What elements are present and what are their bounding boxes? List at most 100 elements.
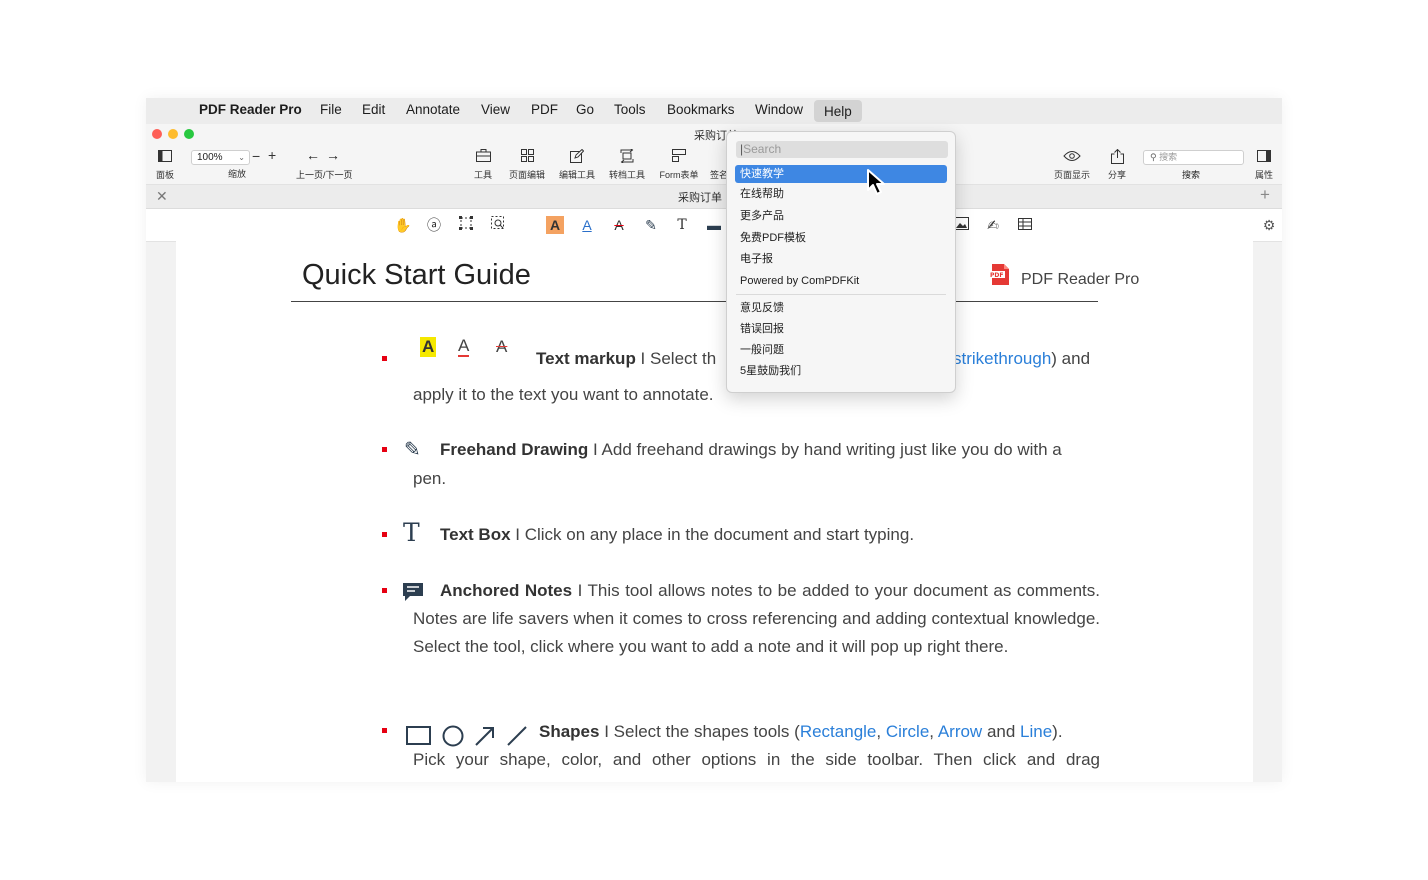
- convert-button[interactable]: 转档工具: [609, 147, 645, 181]
- panel-button[interactable]: 面板: [154, 149, 176, 181]
- freehand-title: Freehand Drawing: [440, 440, 589, 459]
- search-label: 搜索: [1182, 170, 1201, 180]
- underline-sample-icon: A: [458, 336, 470, 357]
- app-menu[interactable]: PDF Reader Pro: [199, 102, 302, 117]
- circle-link[interactable]: Circle: [886, 722, 929, 741]
- properties-button[interactable]: 属性: [1254, 149, 1274, 181]
- search-input[interactable]: ⚲ 搜索: [1143, 150, 1244, 165]
- menu-item-free-templates[interactable]: 免费PDF模板: [735, 229, 947, 247]
- page-title: Quick Start Guide: [302, 259, 531, 291]
- textbox-icon[interactable]: T: [673, 216, 691, 234]
- menu-item-rate-us[interactable]: 5星鼓励我们: [735, 362, 947, 380]
- edit-icon: [559, 148, 595, 166]
- menu-bookmarks[interactable]: Bookmarks: [667, 102, 735, 117]
- menu-help[interactable]: Help: [814, 100, 862, 122]
- pdf-logo-text: PDF: [990, 272, 1003, 279]
- notes-title: Anchored Notes: [440, 581, 573, 600]
- menu-pdf[interactable]: PDF: [531, 102, 558, 117]
- tab-bar: ✕ 采购订单 +: [146, 185, 1282, 209]
- gear-icon[interactable]: ⚙: [1260, 216, 1278, 234]
- pencil-icon: ✎: [404, 439, 421, 461]
- zoom-area-icon[interactable]: [489, 216, 507, 234]
- menu-file[interactable]: File: [320, 102, 342, 117]
- menu-item-powered-by[interactable]: Powered by ComPDFKit: [735, 272, 947, 290]
- text-select-icon[interactable]: ⓐ: [425, 216, 443, 234]
- shapes-comma: ,: [876, 722, 886, 741]
- share-button[interactable]: 分享: [1107, 148, 1127, 181]
- panel-label: 面板: [155, 170, 174, 180]
- edit-tools-label: 编辑工具: [559, 170, 596, 180]
- share-label: 分享: [1107, 170, 1126, 180]
- bullet: [382, 588, 387, 593]
- markup-line1-end: strikethrough) and: [953, 345, 1090, 373]
- menu-item-feedback[interactable]: 意见反馈: [735, 299, 947, 317]
- chevron-down-icon: ⌄: [238, 153, 245, 162]
- line-link[interactable]: Line: [1020, 722, 1052, 741]
- zoom-window-button[interactable]: [184, 129, 194, 139]
- menu-item-quick-tutorial[interactable]: 快速教学: [735, 165, 947, 183]
- zoom-in-icon[interactable]: +: [268, 147, 276, 163]
- textbox-text: I Click on any place in the document and…: [510, 525, 915, 544]
- table-icon[interactable]: [1016, 216, 1034, 234]
- search-placeholder: 搜索: [1159, 152, 1178, 162]
- strikethrough-sample-icon: A: [496, 337, 508, 356]
- page-display-label: 页面显示: [1053, 170, 1090, 180]
- add-tab-icon[interactable]: +: [1260, 185, 1270, 205]
- menu-item-online-help[interactable]: 在线帮助: [735, 185, 947, 203]
- toolbox-icon: [473, 149, 493, 166]
- zoom-label: 缩放: [227, 169, 246, 179]
- close-tab-icon[interactable]: ✕: [156, 188, 168, 205]
- zoom-select[interactable]: 100% ⌄: [191, 150, 250, 165]
- shapes-line1: Shapes I Select the shapes tools (Rectan…: [539, 718, 1063, 746]
- area-select-icon[interactable]: [457, 216, 475, 234]
- app-window: PDF Reader Pro File Edit Annotate View P…: [146, 98, 1282, 782]
- arrow-link[interactable]: Arrow: [938, 722, 982, 741]
- help-menu: |Search 快速教学 在线帮助 更多产品 免费PDF模板 电子报 Power…: [726, 131, 956, 393]
- menu-item-newsletter[interactable]: 电子报: [735, 250, 947, 268]
- menu-go[interactable]: Go: [576, 102, 594, 117]
- menu-tools[interactable]: Tools: [614, 102, 646, 117]
- strikethrough-link[interactable]: strikethrough: [953, 349, 1051, 368]
- help-search-input[interactable]: |Search: [736, 141, 948, 158]
- shapes-and: and: [982, 722, 1021, 741]
- edit-tools-button[interactable]: 编辑工具: [559, 148, 596, 181]
- page-display-button[interactable]: 页面显示: [1052, 149, 1092, 181]
- note-icon[interactable]: ▬: [705, 216, 723, 234]
- freehand-icon[interactable]: ✎: [642, 216, 660, 234]
- signature-icon[interactable]: ✍: [984, 216, 1002, 234]
- page-edit-button[interactable]: 页面编辑: [509, 149, 545, 181]
- menu-annotate[interactable]: Annotate: [406, 102, 460, 117]
- tab-title[interactable]: 采购订单: [678, 189, 722, 205]
- zoom-label-wrap: 缩放: [226, 167, 248, 180]
- tools-label: 工具: [473, 170, 492, 180]
- menu-separator: [736, 294, 946, 295]
- rectangle-link[interactable]: Rectangle: [800, 722, 877, 741]
- bullet: [382, 447, 387, 452]
- title-bar: 采购订单: [146, 124, 1282, 144]
- arrow-right-icon[interactable]: →: [326, 147, 340, 163]
- tools-button[interactable]: 工具: [473, 149, 493, 181]
- highlight-icon[interactable]: A: [546, 216, 564, 234]
- strikethrough-icon[interactable]: A: [610, 216, 628, 234]
- shapes-comma: ,: [929, 722, 938, 741]
- menu-item-more-products[interactable]: 更多产品: [735, 207, 947, 225]
- menu-item-faq[interactable]: 一般问题: [735, 341, 947, 359]
- underline-icon[interactable]: A: [578, 216, 596, 234]
- zoom-out-icon[interactable]: −: [252, 148, 260, 164]
- menu-item-bug-report[interactable]: 错误回报: [735, 320, 947, 338]
- hand-tool-icon[interactable]: ✋: [394, 216, 412, 234]
- menu-window[interactable]: Window: [755, 102, 803, 117]
- annotation-toolbar: ✋ ⓐ A A A ✎ T ▬ ✍ ⚙: [146, 209, 1282, 242]
- menu-view[interactable]: View: [481, 102, 510, 117]
- highlight-sample-icon: A: [420, 337, 437, 357]
- markup-text-post: ) and: [1051, 349, 1091, 368]
- document-page: Quick Start Guide PDF PDF Reader Pro A A…: [176, 241, 1253, 782]
- eye-icon: [1052, 149, 1092, 166]
- minimize-window-button[interactable]: [168, 129, 178, 139]
- close-window-button[interactable]: [152, 129, 162, 139]
- menu-edit[interactable]: Edit: [362, 102, 385, 117]
- share-icon: [1107, 148, 1127, 166]
- form-button[interactable]: Form表单: [659, 149, 699, 181]
- markup-text: I Select th: [635, 349, 717, 368]
- arrow-left-icon[interactable]: ←: [306, 147, 320, 163]
